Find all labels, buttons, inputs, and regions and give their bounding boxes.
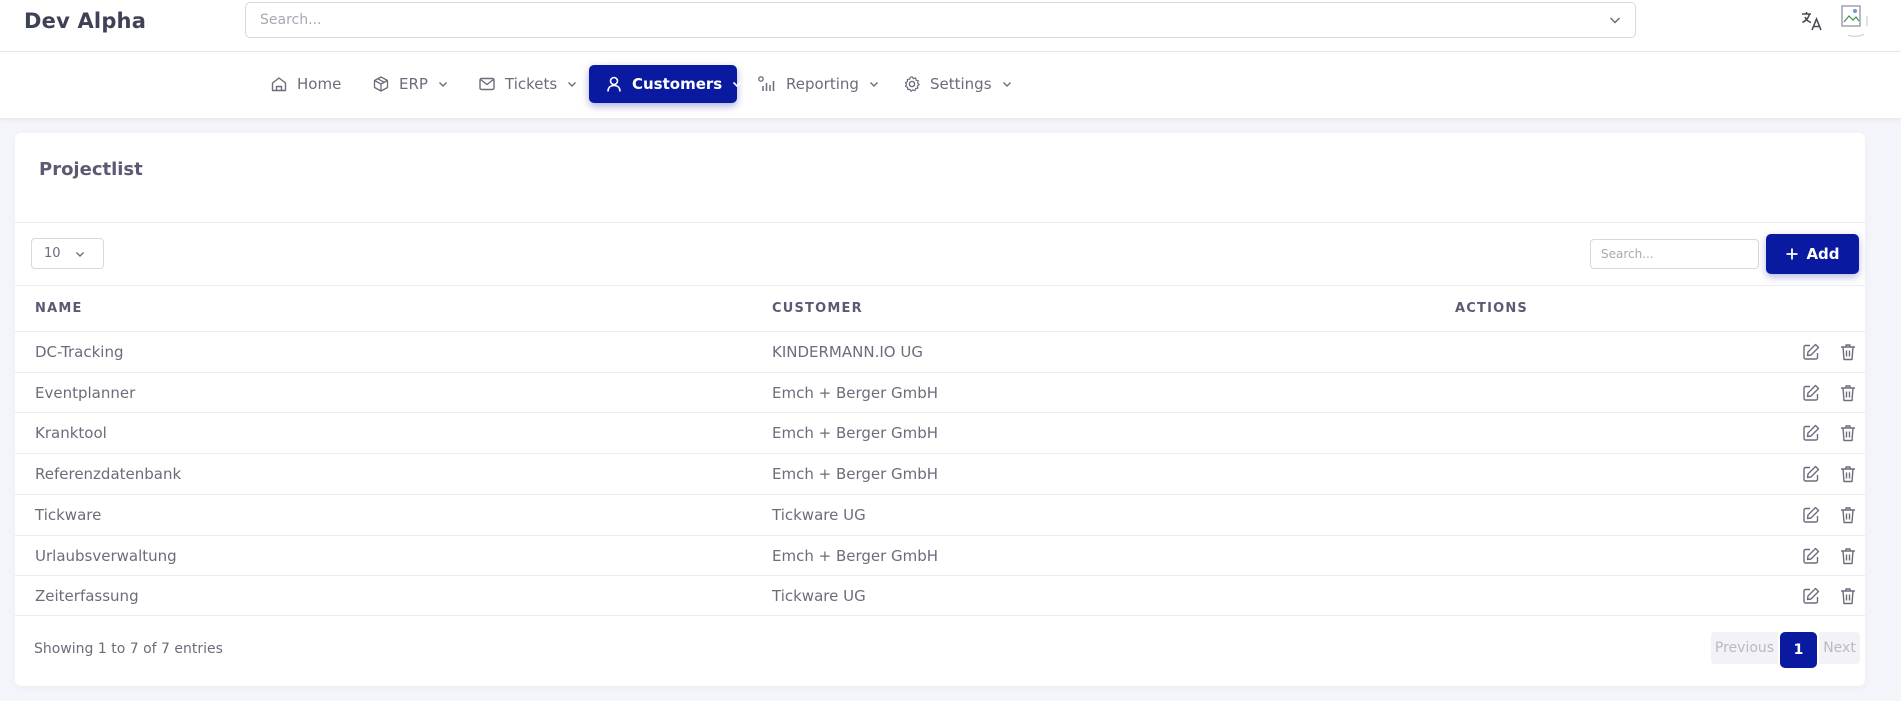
column-header-actions: ACTIONS <box>1455 301 1529 316</box>
brand-title[interactable]: Dev Alpha <box>24 9 146 33</box>
pagination-previous[interactable]: Previous <box>1711 632 1778 664</box>
mail-icon <box>479 77 495 91</box>
nav-item-tickets[interactable]: Tickets <box>478 65 578 103</box>
projectlist-card: Projectlist 10 Add NAME CUSTOMER ACTIONS… <box>15 133 1865 686</box>
table-row: DC-Tracking KINDERMANN.IO UG <box>15 331 1865 372</box>
trash-icon[interactable] <box>1838 546 1858 566</box>
broken-image-icon <box>1841 5 1868 37</box>
column-header-name[interactable]: NAME <box>35 301 83 316</box>
row-customer: Tickware UG <box>772 506 866 524</box>
row-customer: Tickware UG <box>772 587 866 605</box>
page-length-select[interactable]: 10 <box>31 238 104 269</box>
trash-icon[interactable] <box>1838 464 1858 484</box>
bar-chart-icon <box>758 76 775 91</box>
nav-item-erp[interactable]: ERP <box>372 65 449 103</box>
row-name: Kranktool <box>35 424 107 442</box>
top-bar: Dev Alpha <box>0 0 1901 52</box>
global-search-input[interactable] <box>246 3 1566 37</box>
chevron-down-icon[interactable] <box>1607 12 1623 28</box>
table-search-input[interactable] <box>1591 240 1756 268</box>
row-name: Referenzdatenbank <box>35 465 182 483</box>
edit-icon[interactable] <box>1801 464 1821 484</box>
page-length-value: 10 <box>44 246 61 261</box>
row-name: Urlaubsverwaltung <box>35 547 177 565</box>
row-customer: Emch + Berger GmbH <box>772 384 939 402</box>
chevron-down-icon <box>568 82 577 87</box>
table-row: Kranktool Emch + Berger GmbH <box>15 412 1865 453</box>
main-navbar: Home ERP Tickets Customers Reporting Set… <box>0 52 1901 118</box>
gear-icon <box>904 76 920 92</box>
edit-icon[interactable] <box>1801 383 1821 403</box>
table-row: Urlaubsverwaltung Emch + Berger GmbH <box>15 535 1865 576</box>
add-button[interactable]: Add <box>1766 234 1859 274</box>
box-icon <box>373 76 389 92</box>
pagination-next[interactable]: Next <box>1819 632 1860 664</box>
nav-label: ERP <box>399 75 428 93</box>
user-icon <box>607 76 621 92</box>
edit-icon[interactable] <box>1801 342 1821 362</box>
row-name: DC-Tracking <box>35 343 124 361</box>
divider <box>15 222 1865 223</box>
edit-icon[interactable] <box>1801 423 1821 443</box>
row-name: Zeiterfassung <box>35 587 139 605</box>
nav-label: Reporting <box>786 75 859 93</box>
nav-item-settings[interactable]: Settings <box>903 65 1013 103</box>
chevron-down-icon <box>76 252 84 257</box>
table-row: Tickware Tickware UG <box>15 494 1865 535</box>
trash-icon[interactable] <box>1838 423 1858 443</box>
plus-icon <box>1786 248 1798 260</box>
row-name: Tickware <box>35 506 102 524</box>
nav-item-home[interactable]: Home <box>270 65 341 103</box>
home-icon <box>271 77 287 92</box>
chevron-down-icon <box>733 81 742 88</box>
table-row: Eventplanner Emch + Berger GmbH <box>15 372 1865 413</box>
row-customer: KINDERMANN.IO UG <box>772 343 923 361</box>
edit-icon[interactable] <box>1801 586 1821 606</box>
pagination-page-1[interactable]: 1 <box>1780 632 1817 668</box>
trash-icon[interactable] <box>1838 586 1858 606</box>
table-search[interactable] <box>1590 239 1759 269</box>
chevron-down-icon <box>869 82 878 87</box>
row-customer: Emch + Berger GmbH <box>772 424 939 442</box>
chevron-down-icon <box>438 82 447 87</box>
nav-label: Tickets <box>505 75 558 93</box>
translate-icon[interactable] <box>1800 9 1824 33</box>
trash-icon[interactable] <box>1838 505 1858 525</box>
nav-item-customers[interactable]: Customers <box>589 65 742 103</box>
edit-icon[interactable] <box>1801 505 1821 525</box>
edit-icon[interactable] <box>1801 546 1821 566</box>
trash-icon[interactable] <box>1838 342 1858 362</box>
divider <box>15 285 1865 286</box>
table-row: Referenzdatenbank Emch + Berger GmbH <box>15 453 1865 494</box>
row-customer: Emch + Berger GmbH <box>772 465 939 483</box>
card-title: Projectlist <box>39 159 143 180</box>
nav-label: Home <box>297 75 342 93</box>
row-customer: Emch + Berger GmbH <box>772 547 939 565</box>
column-header-customer[interactable]: CUSTOMER <box>772 301 863 316</box>
table-row: Zeiterfassung Tickware UG <box>15 575 1865 616</box>
row-name: Eventplanner <box>35 384 136 402</box>
trash-icon[interactable] <box>1838 383 1858 403</box>
chevron-down-icon <box>1002 82 1011 87</box>
nav-item-reporting[interactable]: Reporting <box>757 65 880 103</box>
avatar[interactable] <box>1840 4 1868 38</box>
global-search[interactable] <box>245 2 1636 38</box>
table-info: Showing 1 to 7 of 7 entries <box>34 641 223 657</box>
nav-label: Customers <box>632 75 723 93</box>
nav-label: Settings <box>930 75 992 93</box>
add-button-label: Add <box>1806 245 1840 263</box>
